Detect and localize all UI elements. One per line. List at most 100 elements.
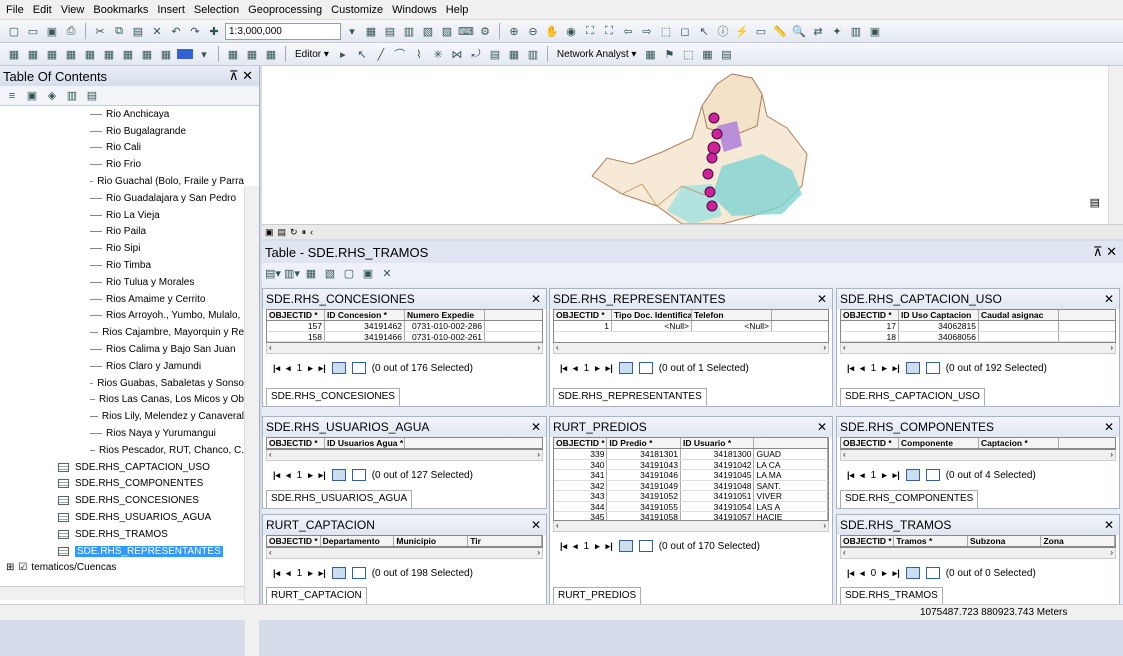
attribute-grid[interactable]: OBJECTID * Departamento Municipio Tir	[266, 535, 543, 548]
attribute-grid[interactable]: OBJECTID * ID Uso Captacion Caudal asignac…	[840, 309, 1116, 343]
column-header[interactable]: Departamento	[321, 536, 395, 546]
close-icon[interactable]: ✕	[817, 420, 827, 434]
table-tab[interactable]: RURT_CAPTACION	[266, 587, 367, 605]
layer-icon[interactable]: ▦	[263, 46, 279, 62]
first-record-icon[interactable]: |◂	[273, 363, 280, 374]
toc-river-item[interactable]: Rios Las Canas, Los Micos y Ob	[0, 392, 244, 409]
column-header[interactable]: OBJECTID *	[841, 536, 895, 546]
record-number[interactable]: 1	[871, 470, 877, 481]
table-row[interactable]: 158 34191466 0731-010-002-261	[267, 331, 542, 342]
scroll-left-icon[interactable]: ‹	[269, 450, 272, 460]
options-icon[interactable]: ▤	[84, 88, 100, 104]
close-icon[interactable]: ✕	[531, 518, 541, 532]
scroll-left-icon[interactable]: ‹	[269, 343, 272, 353]
full-extent-icon[interactable]: ◉	[563, 23, 579, 39]
column-header[interactable]	[754, 438, 828, 448]
open-icon[interactable]: ▭	[25, 23, 41, 39]
layer-icon[interactable]: ▦	[82, 46, 98, 62]
edit-annotation-icon[interactable]: ↖	[354, 46, 370, 62]
measure-icon[interactable]: 📏	[772, 23, 788, 39]
scroll-left-icon[interactable]: ‹	[556, 343, 559, 353]
first-record-icon[interactable]: |◂	[847, 363, 854, 374]
show-selected-records-icon[interactable]	[351, 567, 366, 579]
toc-river-item[interactable]: Rios Amaime y Cerrito	[0, 291, 244, 308]
scroll-right-icon[interactable]: ›	[1110, 450, 1113, 460]
scroll-right-icon[interactable]: ›	[823, 343, 826, 353]
split-icon[interactable]: ⋈	[449, 46, 465, 62]
column-header[interactable]: ID Uso Captacion	[899, 310, 979, 320]
toc-river-item[interactable]: Rios Naya y Yurumangui	[0, 425, 244, 442]
menu-insert[interactable]: Insert	[157, 4, 185, 16]
show-all-records-icon[interactable]	[905, 567, 920, 579]
undo-icon[interactable]: ↶	[168, 23, 184, 39]
column-header[interactable]: OBJECTID *	[554, 310, 612, 320]
scroll-left-icon[interactable]: ‹	[310, 227, 313, 237]
column-header[interactable]: Captacion *	[979, 438, 1059, 448]
toc-scrollbar[interactable]	[244, 186, 259, 656]
refresh-icon[interactable]: ↻	[290, 227, 298, 238]
table-tab[interactable]: SDE.RHS_USUARIOS_AGUA	[266, 490, 413, 508]
pin-close-icon[interactable]: ⊼ ✕	[229, 68, 253, 84]
layer-icon[interactable]: ▦	[63, 46, 79, 62]
scroll-right-icon[interactable]: ›	[537, 343, 540, 353]
attribute-grid[interactable]: OBJECTID * Tramos * Subzona Zona	[840, 535, 1116, 548]
column-header[interactable]: Numero Expedie	[405, 310, 485, 320]
show-all-records-icon[interactable]	[618, 540, 633, 552]
close-icon[interactable]: ✕	[1104, 292, 1114, 306]
scroll-left-icon[interactable]: ‹	[843, 343, 846, 353]
first-record-icon[interactable]: |◂	[273, 568, 280, 579]
select-by-attributes-icon[interactable]: ▦	[303, 265, 319, 281]
next-record-icon[interactable]: ▸	[308, 470, 313, 481]
checkbox-icon[interactable]: ☑	[18, 562, 27, 573]
column-header[interactable]: Componente	[899, 438, 979, 448]
clear-selection-icon[interactable]: ◻	[677, 23, 693, 39]
layer-icon[interactable]: ▦	[6, 46, 22, 62]
close-icon[interactable]: ✕	[817, 292, 827, 306]
close-icon[interactable]: ✕	[531, 420, 541, 434]
last-record-icon[interactable]: ▸|	[606, 363, 613, 374]
toc-group-item[interactable]: ⊞ ☑ tematicos/Cuencas	[0, 560, 244, 577]
python-icon[interactable]: ⌨	[458, 23, 474, 39]
layer-icon[interactable]: ▦	[25, 46, 41, 62]
toc-river-item[interactable]: Rios Guabas, Sabaletas y Sonso	[0, 375, 244, 392]
grid-hscrollbar[interactable]: ‹ ›	[840, 548, 1116, 559]
expand-icon[interactable]: ⊞	[6, 562, 14, 573]
solve-icon[interactable]: ▦	[699, 46, 715, 62]
show-all-records-icon[interactable]	[331, 567, 346, 579]
toc-river-item[interactable]: Rios Pescador, RUT, Chanco, C.	[0, 442, 244, 459]
trace-icon[interactable]: ⌇	[411, 46, 427, 62]
first-record-icon[interactable]: |◂	[560, 541, 567, 552]
toc-river-item[interactable]: Rios Calima y Bajo San Juan	[0, 341, 244, 358]
attribute-grid[interactable]: OBJECTID * Componente Captacion *	[840, 437, 1116, 450]
scroll-left-icon[interactable]: ‹	[269, 548, 272, 558]
prev-record-icon[interactable]: ◂	[860, 363, 865, 374]
column-header[interactable]: OBJECTID *	[841, 310, 899, 320]
last-record-icon[interactable]: ▸|	[606, 541, 613, 552]
first-record-icon[interactable]: |◂	[847, 470, 854, 481]
new-icon[interactable]: ▢	[6, 23, 22, 39]
model-builder-icon[interactable]: ⚙	[477, 23, 493, 39]
clear-selection-icon[interactable]: ▢	[341, 265, 357, 281]
next-record-icon[interactable]: ▸	[595, 363, 600, 374]
menu-customize[interactable]: Customize	[331, 4, 383, 16]
table-tab[interactable]: SDE.RHS_CONCESIONES	[266, 388, 400, 406]
prev-record-icon[interactable]: ◂	[860, 568, 865, 579]
straight-segment-icon[interactable]: ╱	[373, 46, 389, 62]
table-row[interactable]: 157 34191462 0731-010-002-286	[267, 321, 542, 332]
prev-record-icon[interactable]: ◂	[860, 470, 865, 481]
find-icon[interactable]: 🔍	[791, 23, 807, 39]
viewer-window-icon[interactable]: ▣	[867, 23, 883, 39]
list-by-drawing-order-icon[interactable]: ≡	[4, 88, 20, 104]
column-header[interactable]: OBJECTID *	[554, 438, 608, 448]
last-record-icon[interactable]: ▸|	[319, 568, 326, 579]
attribute-grid[interactable]: OBJECTID * ID Predio * ID Usuario * 339 3418…	[553, 437, 829, 521]
identify-icon[interactable]: ⓘ	[715, 23, 731, 39]
toc-river-item[interactable]: Rios Arroyoh., Yumbo, Mulalo,	[0, 308, 244, 325]
prev-record-icon[interactable]: ◂	[573, 541, 578, 552]
column-header[interactable]: Zona	[1041, 536, 1115, 546]
add-data-icon[interactable]: ✚	[206, 23, 222, 39]
show-selected-records-icon[interactable]	[638, 540, 653, 552]
layer-icon[interactable]: ▦	[120, 46, 136, 62]
rotate-icon[interactable]: ⤾	[468, 46, 484, 62]
toc-river-item[interactable]: Rio Bugalagrande	[0, 123, 244, 140]
